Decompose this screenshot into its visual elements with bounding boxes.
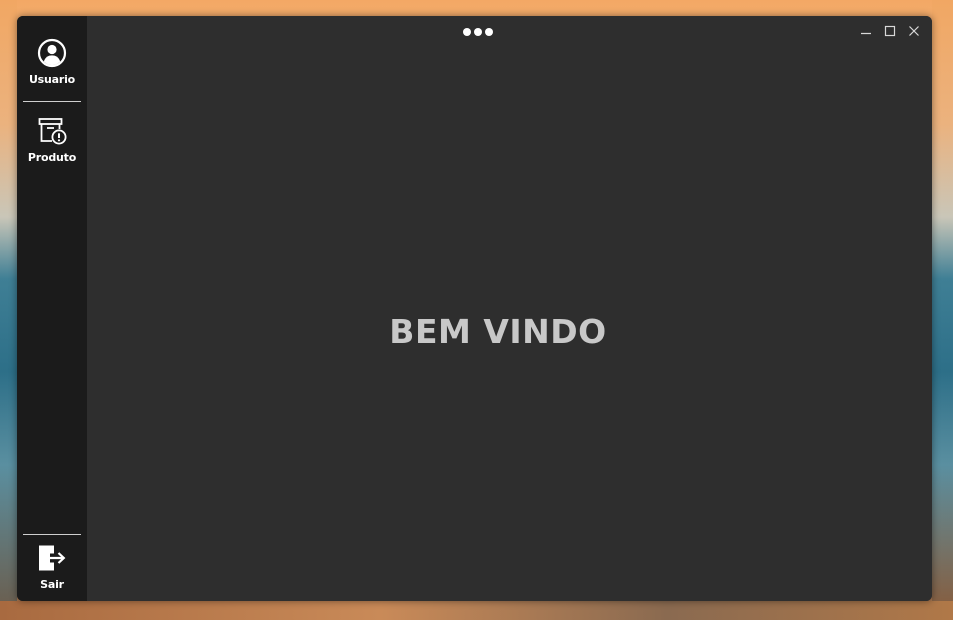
desktop-wallpaper-bottom <box>0 601 953 620</box>
sidebar-item-label: Sair <box>40 578 64 591</box>
close-button[interactable] <box>902 22 926 40</box>
app-window: Usuario Produto Sair BEM VINDO <box>17 16 932 601</box>
sidebar: Usuario Produto Sair <box>17 16 87 601</box>
sidebar-item-produto[interactable]: Produto <box>17 116 87 164</box>
close-icon <box>908 22 920 41</box>
maximize-icon <box>884 22 896 41</box>
window-controls <box>854 22 926 40</box>
minimize-icon <box>860 22 872 41</box>
main-content: BEM VINDO <box>87 16 932 601</box>
sidebar-item-usuario[interactable]: Usuario <box>17 38 87 86</box>
sidebar-item-sair[interactable]: Sair <box>17 543 87 591</box>
desktop-wallpaper-left <box>0 0 17 620</box>
sidebar-item-label: Usuario <box>28 73 76 86</box>
sidebar-divider-bottom <box>23 534 81 535</box>
sidebar-item-label: Produto <box>27 151 77 164</box>
sidebar-divider-top <box>23 101 81 102</box>
product-box-alert-icon <box>36 116 68 146</box>
minimize-button[interactable] <box>854 22 878 40</box>
logout-icon <box>36 543 68 573</box>
more-dots-icon[interactable] <box>463 27 493 37</box>
user-circle-icon <box>37 38 67 68</box>
maximize-button[interactable] <box>878 22 902 40</box>
desktop-wallpaper-right <box>932 0 953 620</box>
welcome-title: BEM VINDO <box>389 312 607 351</box>
